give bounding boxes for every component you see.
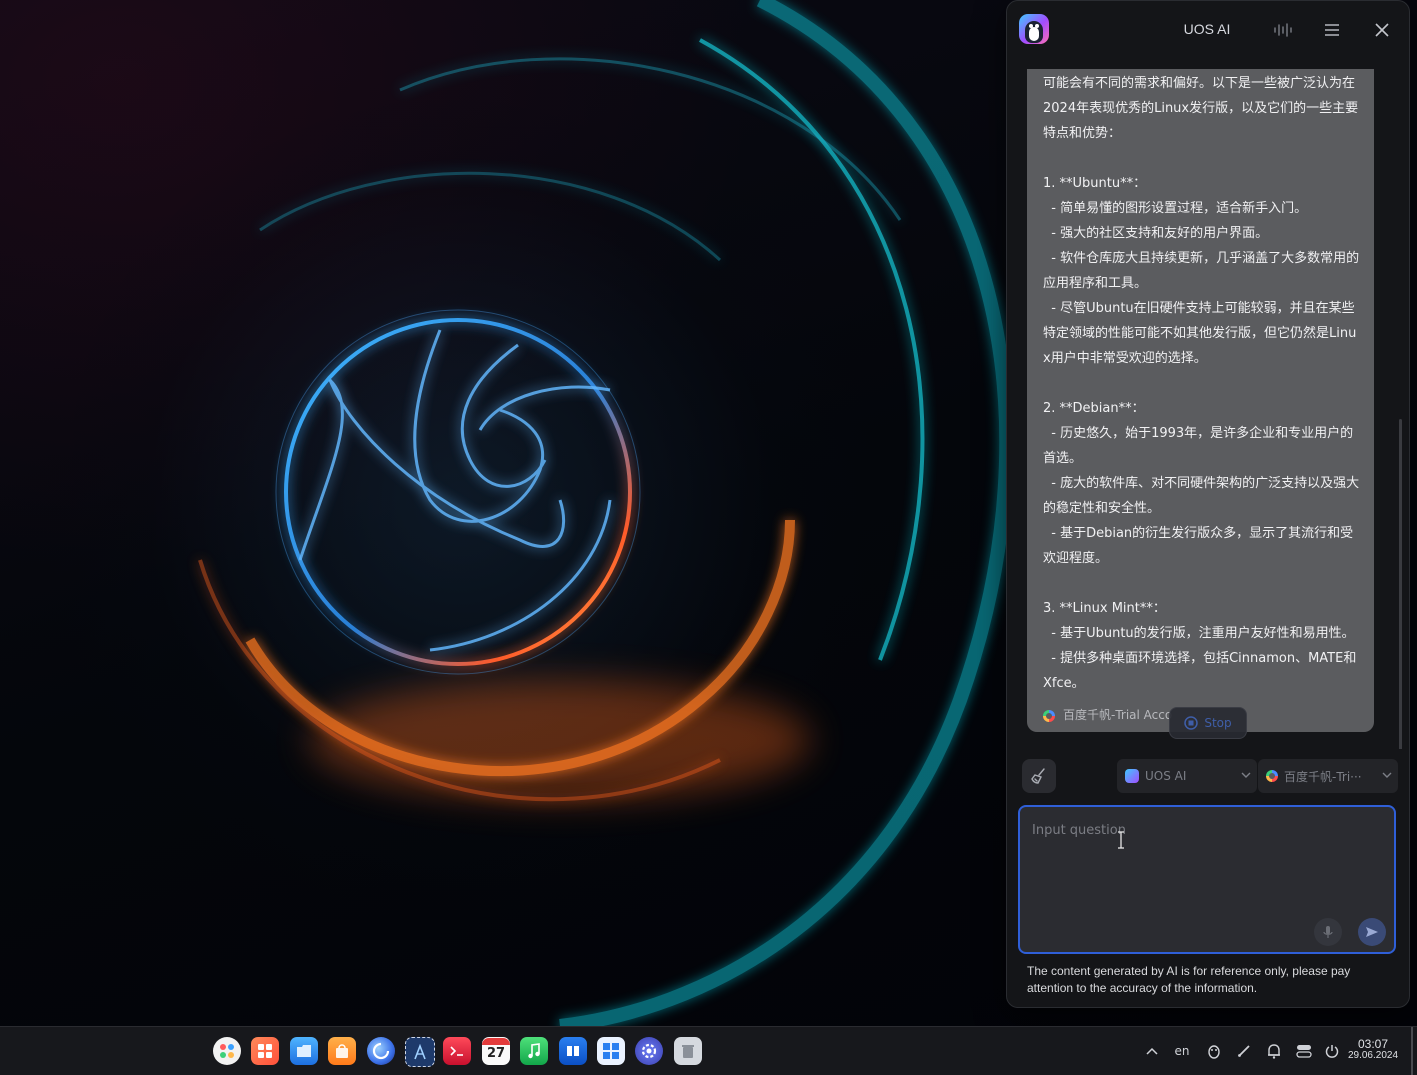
file-manager-icon[interactable] (290, 1037, 318, 1065)
bell-icon (1268, 1044, 1280, 1059)
control-center-icon[interactable] (635, 1037, 663, 1065)
terminal-glyph (450, 1046, 463, 1056)
multitask-glyph (258, 1044, 272, 1058)
ai-assistant-tray-button[interactable] (1204, 1041, 1224, 1061)
notifications-button[interactable] (1264, 1041, 1284, 1061)
menu-button[interactable] (1318, 16, 1346, 44)
store-bag-glyph (336, 1044, 348, 1058)
chevron-up-icon (1146, 1047, 1158, 1055)
screenshot-tool-icon[interactable] (405, 1037, 435, 1067)
document-viewer-icon[interactable] (559, 1037, 587, 1065)
answer-text: 可能会有不同的需求和偏好。以下是一些被广泛认为在2024年表现优秀的Linux发… (1043, 76, 1360, 691)
toggles-icon (1296, 1045, 1312, 1058)
folder-glyph (297, 1045, 311, 1057)
window-title: UOS AI (1183, 21, 1231, 37)
browser-icon[interactable] (367, 1037, 395, 1065)
hamburger-menu-icon (1325, 24, 1339, 36)
calendar-icon[interactable]: 27 (482, 1037, 510, 1065)
ai-disclaimer: The content generated by AI is for refer… (1027, 964, 1351, 995)
voice-wave-icon (1274, 23, 1292, 37)
calendar-header (482, 1038, 510, 1045)
multitask-view-icon[interactable] (251, 1037, 279, 1065)
chat-area[interactable]: 可能会有不同的需求和偏好。以下是一些被广泛认为在2024年表现优秀的Linux发… (1007, 59, 1409, 749)
terminal-icon[interactable] (443, 1037, 471, 1065)
show-desktop-edge[interactable] (1411, 1027, 1413, 1075)
penguin-icon (1208, 1045, 1220, 1059)
launcher-icon[interactable] (213, 1037, 241, 1065)
clock-date: 29.06.2024 (1347, 1050, 1399, 1061)
clock-time: 03:07 (1357, 1037, 1389, 1051)
assistant-select-value: UOS AI (1145, 769, 1187, 783)
send-icon (1366, 927, 1378, 937)
stop-icon (1184, 716, 1199, 730)
broom-icon (1031, 768, 1045, 784)
music-note-glyph (528, 1043, 540, 1059)
clear-conversation-button[interactable] (1022, 759, 1056, 793)
uos-ai-logo-icon (1019, 14, 1049, 44)
launcher-glyph (220, 1044, 234, 1058)
gear-icon (641, 1043, 657, 1059)
screenshot-glyph (414, 1044, 426, 1060)
trash-glyph (682, 1045, 694, 1058)
tray-expand-button[interactable] (1143, 1041, 1161, 1061)
model-select-value: 百度千帆-Tri··· (1284, 769, 1362, 784)
chat-scrollbar[interactable] (1399, 419, 1402, 749)
baidu-qianfan-icon (1043, 709, 1055, 722)
microphone-icon (1323, 926, 1333, 938)
document-glyph (567, 1046, 579, 1056)
chevron-down-icon (1382, 772, 1392, 778)
music-player-icon[interactable] (520, 1037, 548, 1065)
ai-answer-bubble: 可能会有不同的需求和偏好。以下是一些被广泛认为在2024年表现优秀的Linux发… (1027, 69, 1374, 732)
assistant-select[interactable]: UOS AI (1117, 759, 1257, 793)
quick-settings-button[interactable] (1294, 1041, 1314, 1061)
close-icon (1375, 23, 1389, 37)
baidu-qianfan-small-icon (1266, 770, 1278, 782)
calendar-day: 27 (486, 1046, 506, 1061)
browser-glyph (372, 1042, 390, 1060)
model-select[interactable]: 百度千帆-Tri··· (1258, 759, 1398, 793)
stop-label: Stop (1204, 716, 1232, 730)
app-store-icon[interactable] (328, 1037, 356, 1065)
power-button[interactable] (1322, 1041, 1342, 1061)
power-icon (1325, 1045, 1339, 1058)
calculator-icon[interactable] (597, 1037, 625, 1065)
source-label: 百度千帆-Trial Acco (1063, 708, 1173, 722)
titlebar: UOS AI (1007, 1, 1409, 59)
stop-button[interactable]: Stop (1169, 707, 1247, 739)
answer-source: 百度千帆-Trial Acco (1043, 703, 1172, 728)
taskbar: 27 en 03:07 29.06.2024 (0, 1026, 1417, 1075)
send-button[interactable] (1358, 918, 1386, 946)
question-input-box[interactable] (1018, 805, 1396, 954)
close-button[interactable] (1368, 16, 1396, 44)
pen-icon (1238, 1045, 1250, 1057)
calculator-glyph (603, 1043, 619, 1059)
trash-icon[interactable] (674, 1037, 702, 1065)
text-cursor-icon (1118, 831, 1124, 849)
pen-tool-tray-button[interactable] (1234, 1041, 1254, 1061)
microphone-button[interactable] (1314, 918, 1342, 946)
clock[interactable]: 03:07 29.06.2024 (1340, 1038, 1406, 1062)
uos-ai-panel: UOS AI 可能会有不同的需求和偏好。以下是一些被广泛认为在2024年表现优秀 (1006, 0, 1410, 1008)
chevron-down-icon (1241, 772, 1251, 778)
voice-wave-button[interactable] (1269, 16, 1297, 44)
question-input[interactable] (1030, 821, 1384, 905)
uos-ai-small-icon (1125, 769, 1139, 783)
keyboard-layout-indicator[interactable]: en (1172, 1041, 1192, 1061)
